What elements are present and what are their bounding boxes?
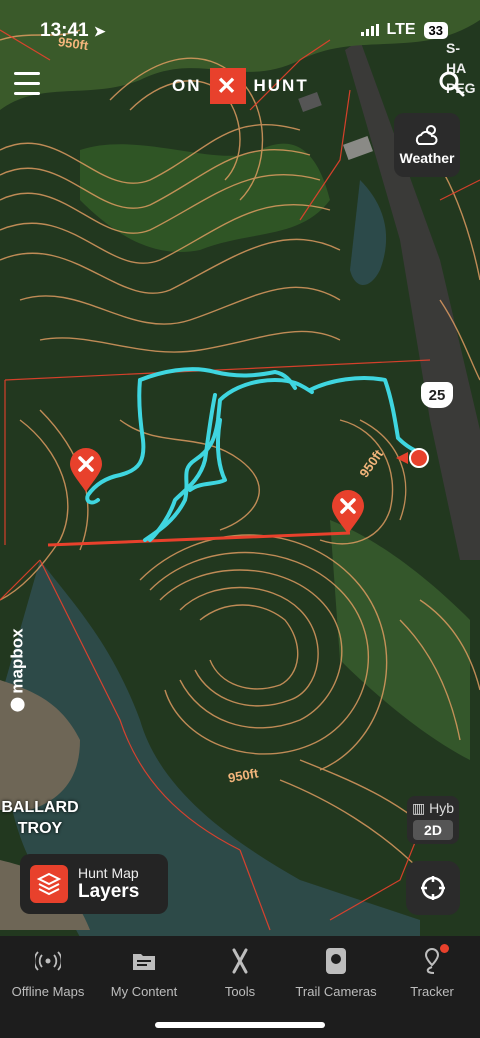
tab-my-content[interactable]: My Content [96,946,192,999]
hybrid-option[interactable]: ▥ Hyb [407,796,459,817]
signal-icon [360,24,379,36]
map-book-icon: ▥ [411,800,426,816]
bottom-tab-bar: Offline Maps My Content Tools Trail Came… [0,936,480,1038]
time-text: 13:41 [40,20,89,41]
tab-tools[interactable]: Tools [192,946,288,999]
place-label-ballard: BALLARD [1,799,79,816]
route-shield: 25 [421,382,453,408]
weather-label: Weather [399,150,455,166]
waypoint-marker-west[interactable] [68,448,104,492]
search-icon[interactable] [438,70,466,98]
crosshair-icon [421,876,445,900]
onx-hunt-logo: ON ✕ HUNT [172,68,309,104]
tab-tracker[interactable]: Tracker [384,944,480,999]
tab-label: Tools [224,984,256,999]
logo-on: ON [172,76,202,95]
layers-icon [30,865,68,903]
place-label-ballard-troy: BALLARD TROY [0,797,80,839]
tools-icon [192,946,288,976]
place-label-troy: TROY [17,820,63,837]
locate-me-button[interactable] [406,861,460,915]
basemap-toggle[interactable]: ▥ Hyb 2D [407,796,459,844]
logo-x-icon: ✕ [209,68,246,104]
offline-signal-icon [0,946,96,976]
tab-trail-cameras[interactable]: Trail Cameras [288,946,384,999]
tab-label: Trail Cameras [295,984,377,999]
layers-title: Layers [78,881,140,902]
mapbox-attribution[interactable]: mapbox [7,628,28,712]
logo-hunt: HUNT [253,76,309,95]
layers-text: Hunt Map Layers [78,865,139,903]
weather-button[interactable]: Weather [394,113,460,177]
status-time: 13:41 ➤ [40,20,106,42]
tracker-pin-icon [384,944,480,976]
camera-icon [288,946,384,976]
tab-offline-maps[interactable]: Offline Maps [0,946,96,999]
mapbox-text: mapbox [7,628,27,694]
tracker-notification-dot [440,944,449,953]
status-bar: 13:41 ➤ LTE 33 [0,0,480,62]
2d-3d-toggle[interactable]: 2D [413,820,453,840]
tab-label: Offline Maps [11,984,85,999]
status-right: LTE 33 [360,21,448,39]
layers-button[interactable]: Hunt Map Layers [20,854,168,914]
cloud-sun-icon [415,125,438,145]
layers-subtitle: Hunt Map [78,865,139,881]
location-arrow-icon: ➤ [93,23,106,39]
app-header: ON ✕ HUNT [0,62,480,108]
tab-label: Tracker [410,984,454,999]
tab-label: My Content [110,984,178,999]
battery-indicator: 33 [423,21,448,39]
folder-icon [96,946,192,976]
mapbox-logo-icon [10,697,25,712]
home-indicator [155,1022,325,1028]
hybrid-label: Hyb [429,800,455,816]
hamburger-menu-icon[interactable] [14,72,40,96]
network-label: LTE [386,21,416,38]
waypoint-marker-east[interactable] [330,490,366,534]
